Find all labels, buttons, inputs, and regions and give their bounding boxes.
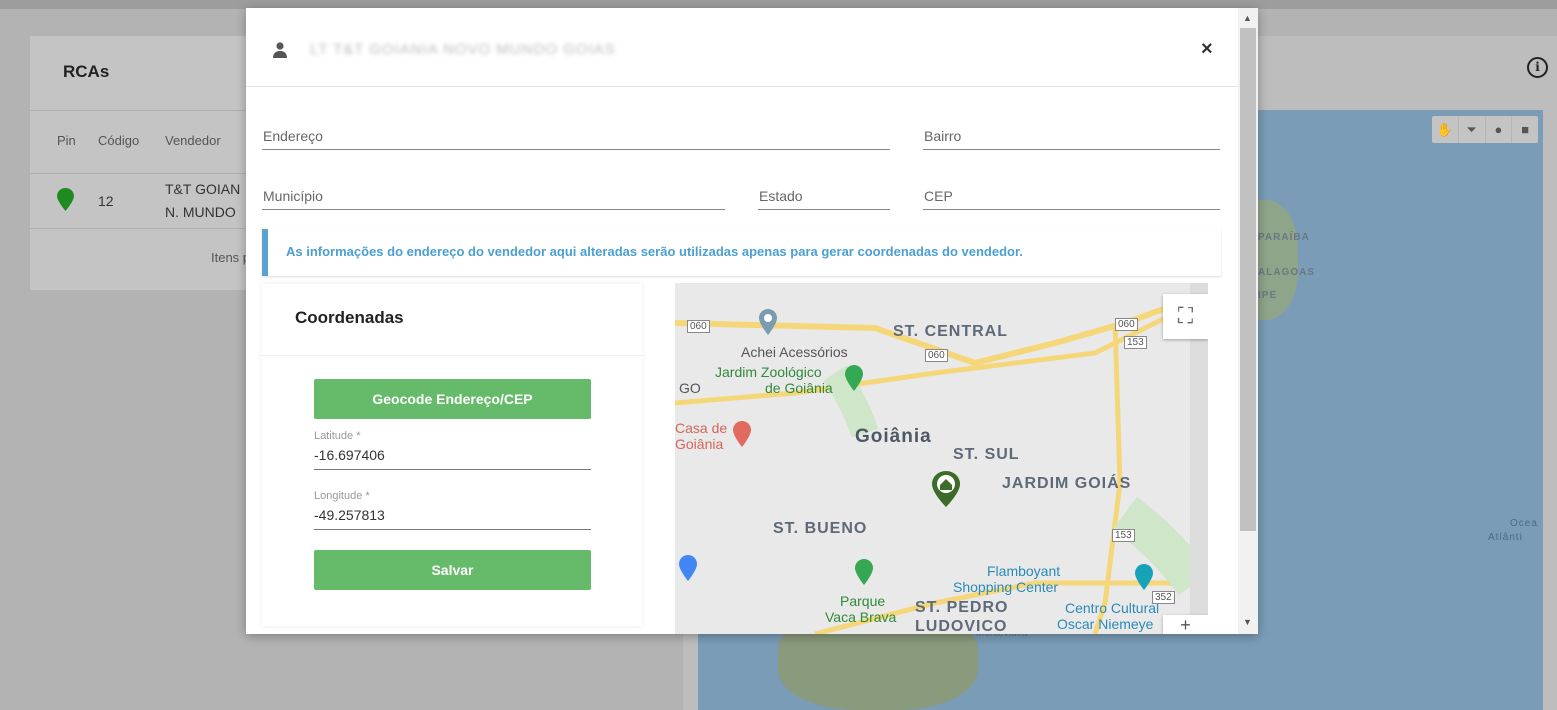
map-label: Centro Cultural xyxy=(1065,600,1160,616)
coordinates-title: Coordenadas xyxy=(295,308,404,327)
save-button[interactable]: Salvar xyxy=(314,550,591,590)
map-label: de Goiânia xyxy=(765,380,833,396)
map-label: Oscar Niemeye xyxy=(1057,616,1154,632)
map-label: Goiânia xyxy=(675,436,724,452)
route-shield: 060 xyxy=(687,320,710,333)
route-shield: 352 xyxy=(1152,591,1175,604)
circle-icon[interactable]: ● xyxy=(1486,116,1513,143)
edit-address-modal: LT T&T GOIANIA NOVO MUNDO GOIAS × Endere… xyxy=(246,8,1258,634)
latitude-value[interactable]: -16.697406 xyxy=(314,447,385,463)
route-shield: 153 xyxy=(1112,529,1135,542)
route-shield: 153 xyxy=(1124,336,1147,349)
park-pin-icon xyxy=(855,559,873,585)
map-label: ST. PEDRO xyxy=(915,599,1009,616)
modal-scrollbar[interactable]: ▲ ▼ xyxy=(1238,8,1258,634)
home-marker-icon[interactable] xyxy=(931,471,961,507)
panel-title: RCAs xyxy=(63,62,110,81)
longitude-input[interactable]: Longitude * -49.257813 xyxy=(314,490,591,530)
map-pin-icon[interactable] xyxy=(57,188,74,211)
fullscreen-button[interactable]: ⛶ xyxy=(1163,294,1208,339)
map-label: Vaca Brava xyxy=(825,609,897,625)
modal-header: LT T&T GOIANIA NOVO MUNDO GOIAS × xyxy=(246,8,1238,87)
map-label: Casa de xyxy=(675,420,728,436)
map-label: IPE xyxy=(1258,290,1278,301)
map-label: Atlânti xyxy=(1488,532,1523,543)
map-label: LUDOVICO xyxy=(915,618,1008,634)
hospital-pin-icon xyxy=(733,421,751,447)
row-codigo: 12 xyxy=(98,193,114,209)
map-label: ALAGOAS xyxy=(1258,267,1315,278)
scroll-down-icon[interactable]: ▼ xyxy=(1243,617,1252,627)
draw-toolbar: ✋ ⏷ ● ■ xyxy=(1432,116,1538,143)
column-pin[interactable]: Pin xyxy=(57,133,76,148)
user-icon xyxy=(273,42,287,58)
map-label: Ocea xyxy=(1510,518,1538,529)
map-label: PARAÍBA xyxy=(1258,232,1310,243)
hand-icon[interactable]: ✋ xyxy=(1432,116,1459,143)
map-label: Flamboyant xyxy=(987,563,1061,579)
items-per-page-label: Itens p xyxy=(211,250,251,265)
info-icon[interactable]: i xyxy=(1527,57,1548,78)
shopping-pin-icon xyxy=(679,555,697,581)
row-vendedor-2: N. MUNDO xyxy=(165,204,236,220)
scrollbar-thumb[interactable] xyxy=(1240,28,1256,531)
place-pin-icon xyxy=(759,309,777,335)
municipio-label: Município xyxy=(263,188,323,204)
scroll-up-icon[interactable]: ▲ xyxy=(1243,13,1252,23)
map-label: JARDIM GOIÁS xyxy=(1002,475,1132,492)
zoom-in-button[interactable]: + xyxy=(1163,615,1208,634)
municipio-input[interactable]: Município xyxy=(262,180,725,210)
map-label: Goiânia xyxy=(855,426,932,447)
route-shield: 060 xyxy=(1115,318,1138,331)
divider xyxy=(262,355,642,356)
bairro-input[interactable]: Bairro xyxy=(923,120,1220,150)
longitude-label: Longitude * xyxy=(314,490,370,502)
longitude-value[interactable]: -49.257813 xyxy=(314,507,385,523)
map-label: Parque xyxy=(840,593,886,609)
coordinates-card: Coordenadas Geocode Endereço/CEP Latitud… xyxy=(262,284,642,626)
rectangle-icon[interactable]: ■ xyxy=(1512,116,1538,143)
polygon-icon[interactable]: ⏷ xyxy=(1459,116,1486,143)
map-label: Achei Acessórios xyxy=(741,344,848,360)
estado-label: Estado xyxy=(759,188,803,204)
map-label: ST. BUENO xyxy=(773,520,868,537)
latitude-input[interactable]: Latitude * -16.697406 xyxy=(314,430,591,470)
geocode-button[interactable]: Geocode Endereço/CEP xyxy=(314,379,591,419)
cep-label: CEP xyxy=(924,188,953,204)
cep-input[interactable]: CEP xyxy=(923,180,1220,210)
info-alert: As informações do endereço do vendedor a… xyxy=(262,229,1221,276)
route-shield: 060 xyxy=(925,349,948,362)
location-map[interactable]: ST. CENTRAL Achei Acessórios Jardim Zool… xyxy=(675,283,1208,634)
column-vendedor[interactable]: Vendedor xyxy=(165,133,221,148)
estado-input[interactable]: Estado xyxy=(758,180,890,210)
latitude-label: Latitude * xyxy=(314,430,361,442)
map-label: ST. CENTRAL xyxy=(893,323,1008,340)
zoo-pin-icon xyxy=(845,365,863,391)
bairro-label: Bairro xyxy=(924,128,962,144)
modal-title: LT T&T GOIANIA NOVO MUNDO GOIAS xyxy=(310,41,616,58)
column-codigo[interactable]: Código xyxy=(98,133,139,148)
camera-pin-icon xyxy=(1135,564,1153,590)
map-label: ST. SUL xyxy=(953,446,1020,463)
close-button[interactable]: × xyxy=(1201,38,1213,61)
endereco-input[interactable]: Endereço xyxy=(262,120,890,150)
row-vendedor: T&T GOIAN xyxy=(165,181,241,197)
map-label: GO xyxy=(679,380,701,396)
map-label: Shopping Center xyxy=(953,579,1059,595)
map-label: Jardim Zoológico xyxy=(715,364,822,380)
endereco-label: Endereço xyxy=(263,128,323,144)
fullscreen-icon: ⛶ xyxy=(1177,303,1194,328)
